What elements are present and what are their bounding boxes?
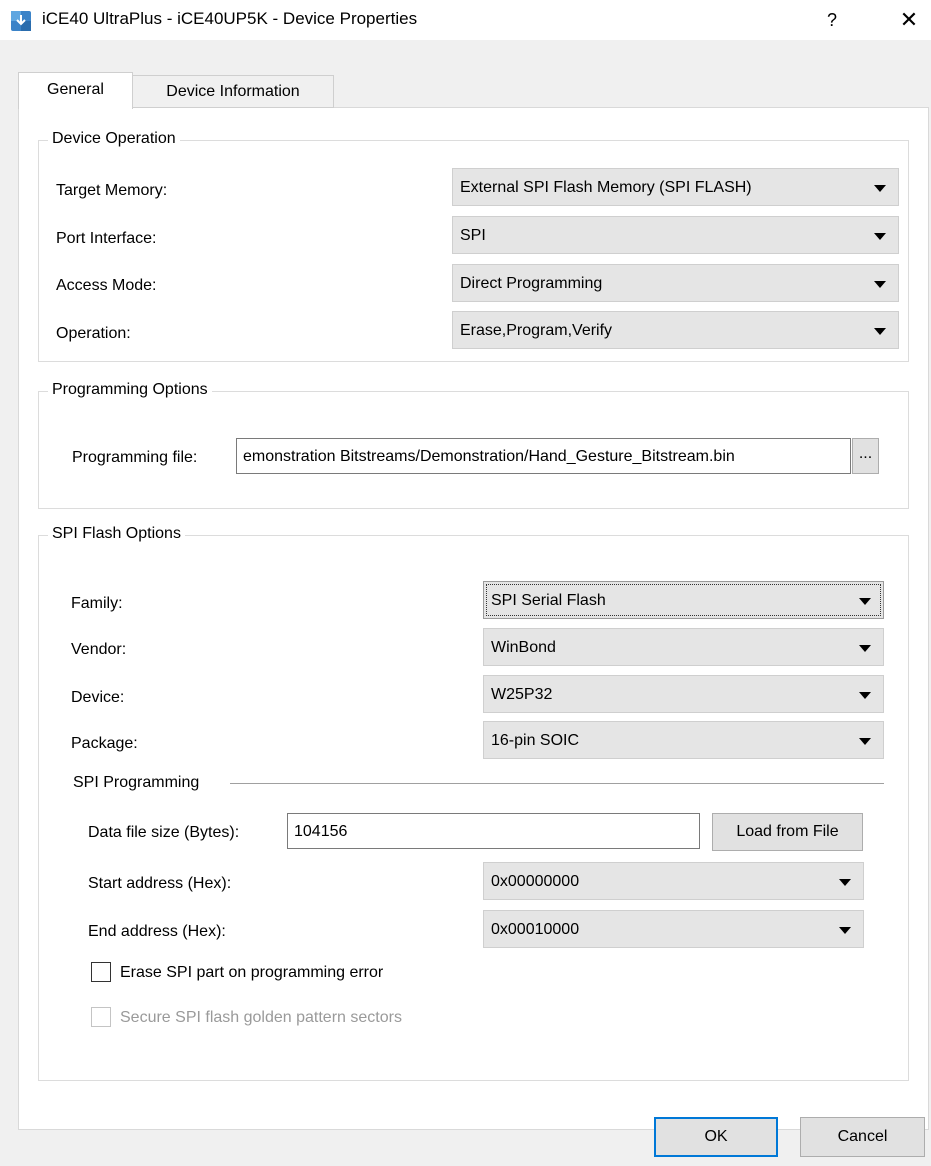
chevron-down-icon — [859, 598, 871, 605]
package-dropdown[interactable]: 16-pin SOIC — [483, 721, 884, 759]
window-title: iCE40 UltraPlus - iCE40UP5K - Device Pro… — [42, 9, 418, 28]
device-label: Device: — [71, 689, 125, 706]
chevron-down-icon — [874, 233, 886, 240]
programming-options-legend: Programming Options — [48, 380, 212, 400]
start-address-dropdown[interactable]: 0x00000000 — [483, 862, 864, 900]
family-value: SPI Serial Flash — [491, 592, 606, 609]
data-file-size-input[interactable]: 104156 — [287, 813, 700, 849]
chevron-down-icon — [859, 645, 871, 652]
vendor-value: WinBond — [491, 639, 556, 656]
vendor-label: Vendor: — [71, 641, 127, 658]
port-interface-value: SPI — [460, 227, 486, 244]
programming-file-value: emonstration Bitstreams/Demonstration/Ha… — [243, 448, 735, 465]
chevron-down-icon — [859, 738, 871, 745]
chevron-down-icon — [839, 879, 851, 886]
package-value: 16-pin SOIC — [491, 732, 580, 749]
ok-button[interactable]: OK — [654, 1117, 778, 1157]
programming-file-input[interactable]: emonstration Bitstreams/Demonstration/Ha… — [236, 438, 851, 474]
port-interface-label: Port Interface: — [56, 230, 157, 247]
target-memory-dropdown[interactable]: External SPI Flash Memory (SPI FLASH) — [452, 168, 899, 206]
device-operation-legend: Device Operation — [48, 129, 180, 149]
access-mode-label: Access Mode: — [56, 277, 157, 294]
data-file-size-label: Data file size (Bytes): — [88, 824, 240, 841]
start-address-label: Start address (Hex): — [88, 875, 232, 892]
vendor-dropdown[interactable]: WinBond — [483, 628, 884, 666]
load-from-file-button[interactable]: Load from File — [712, 813, 863, 851]
chevron-down-icon — [839, 927, 851, 934]
app-icon — [10, 10, 32, 32]
erase-on-error-label[interactable]: Erase SPI part on programming error — [120, 963, 383, 983]
port-interface-dropdown[interactable]: SPI — [452, 216, 899, 254]
operation-label: Operation: — [56, 325, 131, 342]
secure-golden-checkbox — [91, 1007, 111, 1027]
spi-flash-options-legend: SPI Flash Options — [48, 524, 185, 544]
access-mode-value: Direct Programming — [460, 275, 603, 292]
device-value: W25P32 — [491, 686, 553, 703]
chevron-down-icon — [874, 328, 886, 335]
secure-golden-label: Secure SPI flash golden pattern sectors — [120, 1009, 402, 1026]
erase-on-error-checkbox[interactable] — [91, 962, 111, 982]
help-button[interactable]: ? — [818, 4, 846, 36]
start-address-value: 0x00000000 — [491, 873, 580, 890]
cancel-button[interactable]: Cancel — [800, 1117, 925, 1157]
access-mode-dropdown[interactable]: Direct Programming — [452, 264, 899, 302]
chevron-down-icon — [874, 281, 886, 288]
end-address-label: End address (Hex): — [88, 923, 226, 940]
operation-value: Erase,Program,Verify — [460, 322, 613, 339]
spi-programming-heading: SPI Programming — [73, 774, 200, 791]
browse-button[interactable]: ... — [852, 438, 879, 474]
package-label: Package: — [71, 735, 138, 752]
close-button[interactable]: ✕ — [894, 4, 924, 36]
tab-device-information[interactable]: Device Information — [133, 75, 334, 108]
tab-general[interactable]: General — [18, 72, 133, 109]
family-label: Family: — [71, 595, 123, 612]
programming-file-label: Programming file: — [72, 449, 198, 466]
chevron-down-icon — [874, 185, 886, 192]
operation-dropdown[interactable]: Erase,Program,Verify — [452, 311, 899, 349]
end-address-dropdown[interactable]: 0x00010000 — [483, 910, 864, 948]
data-file-size-value: 104156 — [294, 823, 348, 840]
target-memory-label: Target Memory: — [56, 182, 168, 199]
close-icon: ✕ — [899, 7, 919, 32]
device-dropdown[interactable]: W25P32 — [483, 675, 884, 713]
target-memory-value: External SPI Flash Memory (SPI FLASH) — [460, 179, 752, 196]
end-address-value: 0x00010000 — [491, 921, 580, 938]
spi-programming-separator — [230, 783, 884, 784]
chevron-down-icon — [859, 692, 871, 699]
family-dropdown[interactable]: SPI Serial Flash — [483, 581, 884, 619]
